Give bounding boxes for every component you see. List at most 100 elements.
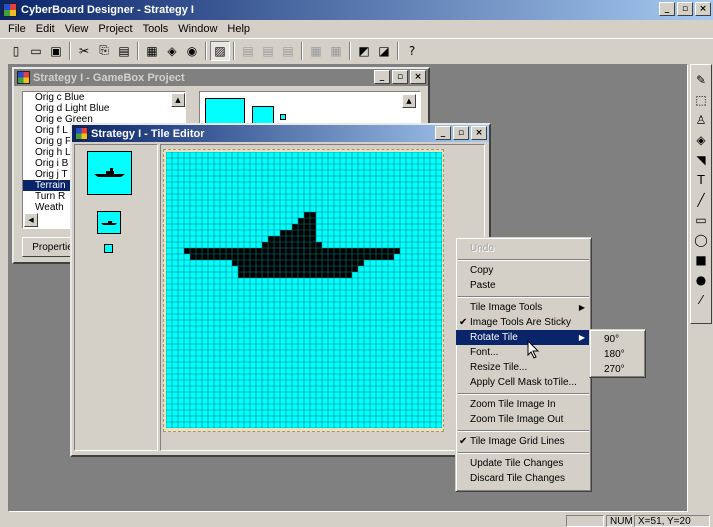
menu-help[interactable]: Help [222, 23, 255, 35]
tile-editor-minimize-button[interactable]: _ [435, 126, 451, 140]
tile-pixel [262, 272, 268, 278]
menu-item-rotate-tile[interactable]: Rotate Tile ▶ [456, 330, 591, 345]
copy-icon: ⎘ [99, 43, 109, 57]
tile-pixel [268, 248, 274, 254]
rectangle-tool-button[interactable]: ▭ [692, 211, 710, 228]
menu-item-discard-tile-changes[interactable]: Discard Tile Changes [456, 471, 591, 486]
main-title-bar[interactable]: CyberBoard Designer - Strategy I _ ▫ × [0, 0, 713, 20]
gamebox-restore-button[interactable]: ▫ [392, 70, 408, 84]
menu-edit[interactable]: Edit [31, 23, 60, 35]
tile-pixel [292, 254, 298, 260]
tile-pixel [280, 272, 286, 278]
pencil-tool-icon: ✎ [695, 72, 707, 87]
tile-pixel [250, 248, 256, 254]
menu-item-label: Zoom Tile Image In [470, 399, 556, 410]
pieces-button[interactable]: ◉ [182, 41, 202, 61]
menu-item-tile-image-grid-lines[interactable]: ✔ Tile Image Grid Lines [456, 434, 591, 449]
table2-icon: ▦ [330, 43, 342, 58]
paste-button[interactable]: ▤ [114, 41, 134, 61]
rotate-90-item[interactable]: 90° [590, 332, 645, 347]
preview-tile-small[interactable] [104, 244, 113, 253]
open-button[interactable]: ▭ [26, 41, 46, 61]
gamebox-title-bar[interactable]: Strategy I - GameBox Project _ ▫ × [14, 69, 428, 86]
gamebox-minimize-button[interactable]: _ [374, 70, 390, 84]
bucket-tool-button[interactable]: ♙ [692, 111, 710, 128]
new-button[interactable]: ▯ [6, 41, 26, 61]
copy-button[interactable]: ⎘ [94, 41, 114, 61]
menu-item-tile-image-tools[interactable]: Tile Image Tools ▶ [456, 300, 591, 315]
menu-item-label: Update Tile Changes [470, 458, 564, 469]
menu-project[interactable]: Project [93, 23, 137, 35]
tile-pixel [202, 248, 208, 254]
text-tool-button[interactable]: T [692, 171, 710, 188]
rotate-270-item[interactable]: 270° [590, 362, 645, 377]
list-scroll-left-button[interactable]: ◀ [24, 213, 38, 227]
menu-item-update-tile-changes[interactable]: Update Tile Changes [456, 456, 591, 471]
tile-pixel [208, 254, 214, 260]
tile-pixel [310, 242, 316, 248]
menu-item-zoom-tile-image-in[interactable]: Zoom Tile Image In [456, 397, 591, 412]
tile-thumb-small[interactable] [280, 114, 286, 120]
menu-item-image-tools-are-sticky[interactable]: ✔ Image Tools Are Sticky [456, 315, 591, 330]
submenu-arrow-icon: ▶ [578, 303, 585, 312]
front-button[interactable]: ◩ [354, 41, 374, 61]
select-tool-button[interactable]: ⬚ [692, 91, 710, 108]
gamebox-close-button[interactable]: × [410, 70, 426, 84]
menu-item-resize-tile[interactable]: Resize Tile... [456, 360, 591, 375]
menu-item-apply-cell-mask-totile[interactable]: Apply Cell Mask toTile... [456, 375, 591, 390]
back-button[interactable]: ◪ [374, 41, 394, 61]
tile-pixel [280, 266, 286, 272]
tile-pixel [292, 272, 298, 278]
preview-scroll-up-button[interactable]: ▲ [402, 94, 416, 108]
tray-button[interactable]: ◈ [162, 41, 182, 61]
toolbar-separator [349, 41, 351, 60]
menu-window[interactable]: Window [173, 23, 222, 35]
menu-tools[interactable]: Tools [138, 23, 174, 35]
grid-button[interactable]: ▨ [210, 40, 230, 61]
line-tool-button[interactable]: ╱ [692, 191, 710, 208]
rotate-180-item[interactable]: 180° [590, 347, 645, 362]
tile-pixel [346, 248, 352, 254]
restore-button[interactable]: ▫ [677, 2, 693, 16]
save-button[interactable]: ▣ [46, 41, 66, 61]
tile-editor-window[interactable]: Strategy I - Tile Editor _ ▫ × [70, 123, 491, 457]
tile-pixel [346, 272, 352, 278]
tile-pixel [268, 254, 274, 260]
fill-tool-button[interactable]: ◈ [692, 131, 710, 148]
list-item[interactable]: Orig d Light Blue [23, 103, 185, 114]
minimize-button[interactable]: _ [659, 2, 675, 16]
list-scroll-up-button[interactable]: ▲ [171, 93, 185, 107]
menu-file[interactable]: File [3, 23, 31, 35]
tile-pixel-grid[interactable] [166, 152, 442, 428]
filled-rectangle-button[interactable]: ■ [692, 251, 710, 268]
menu-item-copy[interactable]: Copy [456, 263, 591, 278]
close-button[interactable]: × [695, 2, 711, 16]
filled-ellipse-button[interactable]: ● [692, 271, 710, 288]
tile-pixel [316, 242, 322, 248]
layer2-button: ▤ [258, 41, 278, 61]
cut-button[interactable]: ✂ [74, 41, 94, 61]
checkmark-icon: ✔ [459, 317, 468, 328]
tile-pixel [352, 248, 358, 254]
tile-editor-close-button[interactable]: × [471, 126, 487, 140]
tile-pixel [238, 254, 244, 260]
tile-pixel [304, 212, 310, 218]
list-item[interactable]: Orig c Blue [23, 92, 185, 103]
color-swap-button[interactable]: ◥ [692, 151, 710, 168]
pencil-tool-button[interactable]: ✎ [692, 71, 710, 88]
board-button[interactable]: ▦ [142, 41, 162, 61]
tile-editor-title-bar[interactable]: Strategy I - Tile Editor _ ▫ × [72, 125, 489, 142]
tile-pixel [214, 254, 220, 260]
menu-item-paste[interactable]: Paste [456, 278, 591, 293]
tile-editor-restore-button[interactable]: ▫ [453, 126, 469, 140]
menu-item-zoom-tile-image-out[interactable]: Zoom Tile Image Out [456, 412, 591, 427]
dropper-tool-button[interactable]: ⁄ [692, 291, 710, 308]
menu-item-label: Zoom Tile Image Out [470, 414, 564, 425]
tile-pixel [286, 260, 292, 266]
context-help-button[interactable]: ? [402, 41, 422, 61]
preview-tile-half[interactable] [97, 211, 121, 234]
ellipse-tool-button[interactable]: ◯ [692, 231, 710, 248]
menu-view[interactable]: View [60, 23, 94, 35]
preview-tile-full[interactable] [87, 151, 132, 195]
menu-item-font[interactable]: Font... [456, 345, 591, 360]
